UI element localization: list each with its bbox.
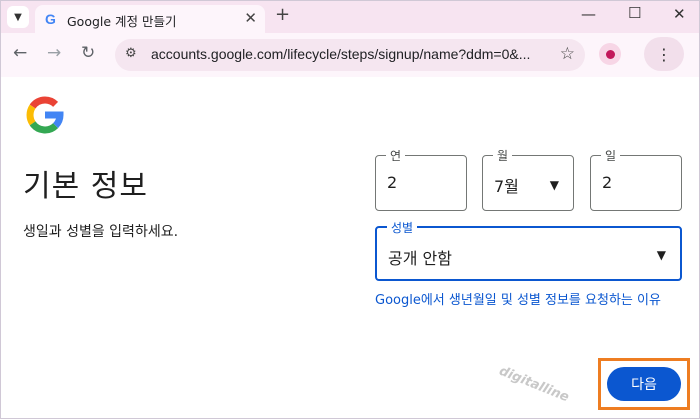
profile-avatar[interactable] [599, 43, 621, 65]
more-vertical-icon[interactable]: ⋮ [644, 37, 684, 71]
star-icon[interactable]: ☆ [560, 44, 575, 64]
minimize-icon[interactable]: — [581, 5, 596, 23]
gender-value: 공개 안함 [388, 249, 452, 268]
dropdown-arrow-icon: ▼ [549, 178, 559, 192]
gender-label: 성별 [387, 219, 418, 236]
google-logo-icon [26, 96, 64, 134]
close-icon[interactable]: ✕ [244, 9, 257, 27]
address-bar[interactable]: ⚙ accounts.google.com/lifecycle/steps/si… [115, 39, 585, 71]
month-label: 월 [493, 147, 513, 164]
tab-strip: ▼ G Google 계정 만들기 ✕ + — ☐ ✕ [1, 1, 699, 33]
day-label: 일 [601, 147, 621, 164]
year-value: 2 [387, 173, 398, 192]
arrow-right-icon[interactable]: → [47, 43, 61, 63]
day-field[interactable]: 일 2 [590, 147, 682, 211]
browser-toolbar: ← → ↻ ⚙ accounts.google.com/lifecycle/st… [1, 33, 699, 77]
month-select[interactable]: 월 7월 ▼ [482, 147, 574, 211]
year-label: 연 [386, 147, 406, 164]
browser-window: ▼ G Google 계정 만들기 ✕ + — ☐ ✕ ← → ↻ ⚙ acco… [0, 0, 700, 419]
tab-search-button[interactable]: ▼ [7, 6, 29, 28]
tune-icon[interactable]: ⚙ [125, 46, 137, 61]
year-field[interactable]: 연 2 [375, 147, 467, 211]
url-text: accounts.google.com/lifecycle/steps/sign… [151, 46, 531, 62]
dropdown-arrow-icon: ▼ [656, 248, 666, 262]
tab-active[interactable]: G Google 계정 만들기 ✕ [35, 5, 265, 33]
plus-icon[interactable]: + [275, 4, 290, 25]
tab-title: Google 계정 만들기 [67, 14, 177, 29]
gender-select[interactable]: 성별 공개 안함 ▼ [375, 219, 682, 281]
why-info-link[interactable]: Google에서 생년월일 및 성별 정보를 요청하는 이유 [375, 291, 675, 310]
page-subtitle: 생일과 성별을 입력하세요. [23, 224, 179, 240]
day-value: 2 [602, 173, 613, 192]
reload-icon[interactable]: ↻ [81, 43, 95, 63]
month-value: 7월 [494, 177, 519, 196]
next-button[interactable]: 다음 [607, 367, 681, 401]
google-favicon-icon: G [45, 11, 56, 27]
highlight-box: 다음 [598, 358, 690, 410]
page-title: 기본 정보 [23, 169, 148, 204]
chevron-down-icon: ▼ [14, 11, 22, 23]
maximize-icon[interactable]: ☐ [628, 4, 641, 22]
watermark: digitalline [496, 363, 572, 406]
signup-page: 기본 정보 생일과 성별을 입력하세요. 연 2 월 7월 ▼ 일 2 성별 공… [1, 77, 699, 418]
arrow-left-icon[interactable]: ← [13, 43, 27, 63]
close-window-icon[interactable]: ✕ [673, 5, 686, 23]
person-icon [605, 49, 615, 59]
